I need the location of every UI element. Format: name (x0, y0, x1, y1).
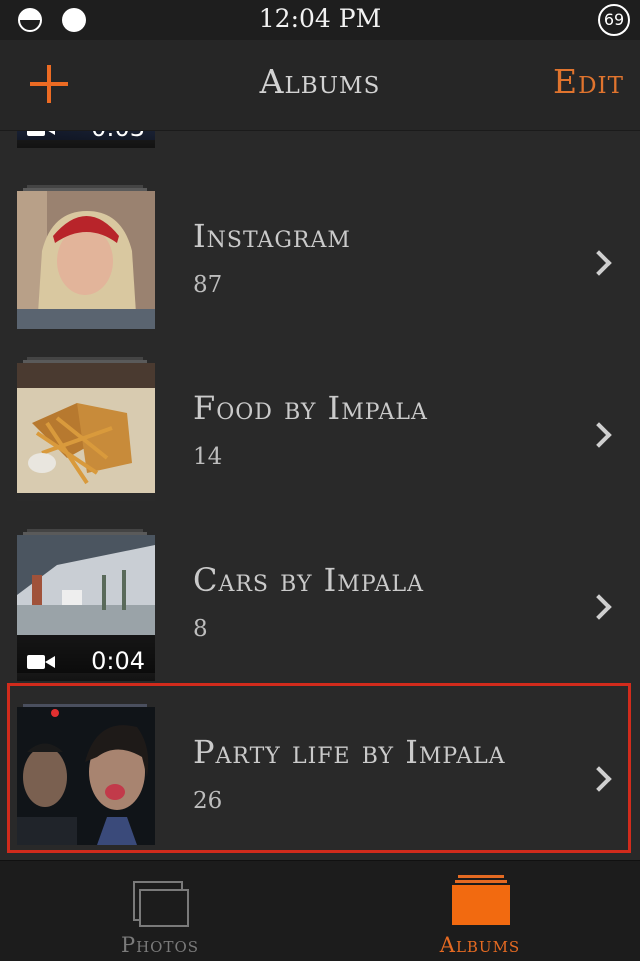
album-thumbnail: 0:03 (17, 131, 155, 148)
food-image (17, 363, 155, 501)
album-list[interactable]: 0:03 Instagram 87 (0, 131, 640, 860)
album-photo (17, 707, 155, 845)
status-bar: 12:04 PM 69 (0, 0, 640, 40)
status-time: 12:04 PM (258, 4, 382, 33)
tab-bar: Photos Albums (0, 860, 640, 961)
video-camera-icon (27, 131, 55, 136)
album-row[interactable]: 0:03 (0, 131, 640, 157)
album-thumbnail: 0:04 (17, 529, 155, 681)
chevron-right-icon (586, 766, 612, 792)
video-duration: 0:03 (91, 131, 145, 142)
album-thumbnail (17, 704, 155, 853)
album-row-party[interactable]: Party life by Impala 26 (0, 690, 640, 860)
album-title: Cars by Impala (193, 561, 424, 599)
page-title: Albums (259, 62, 381, 101)
party-image (17, 707, 155, 845)
video-badge: 0:04 (17, 641, 155, 681)
album-count: 87 (193, 272, 223, 298)
album-photo (17, 363, 155, 501)
album-count: 26 (193, 788, 223, 814)
album-title: Party life by Impala (193, 733, 506, 771)
battery-icon: 69 (598, 4, 630, 36)
album-photo (17, 191, 155, 329)
chevron-right-icon (586, 422, 612, 448)
tab-albums[interactable]: Albums (320, 861, 640, 961)
chevron-right-icon (586, 250, 612, 276)
album-thumbnail (17, 357, 155, 509)
album-thumbnail (17, 185, 155, 337)
video-duration: 0:04 (91, 647, 145, 675)
albums-icon (452, 875, 510, 925)
album-row-instagram[interactable]: Instagram 87 (0, 174, 640, 346)
tab-photos[interactable]: Photos (0, 861, 320, 961)
nav-bar: Albums Edit (0, 40, 640, 131)
chevron-right-icon (586, 594, 612, 620)
tab-label: Photos (120, 933, 200, 957)
video-badge: 0:03 (17, 131, 155, 148)
album-title: Food by Impala (193, 389, 428, 427)
album-title: Instagram (193, 217, 351, 255)
album-row-cars[interactable]: 0:04 Cars by Impala 8 (0, 518, 640, 690)
album-count: 14 (193, 444, 223, 470)
album-row-food[interactable]: Food by Impala 14 (0, 346, 640, 518)
tab-label: Albums (439, 933, 521, 957)
video-camera-icon (27, 655, 55, 669)
photos-icon (133, 881, 189, 927)
album-count: 8 (193, 616, 208, 642)
edit-button[interactable]: Edit (553, 62, 624, 101)
portrait-image (17, 191, 155, 329)
